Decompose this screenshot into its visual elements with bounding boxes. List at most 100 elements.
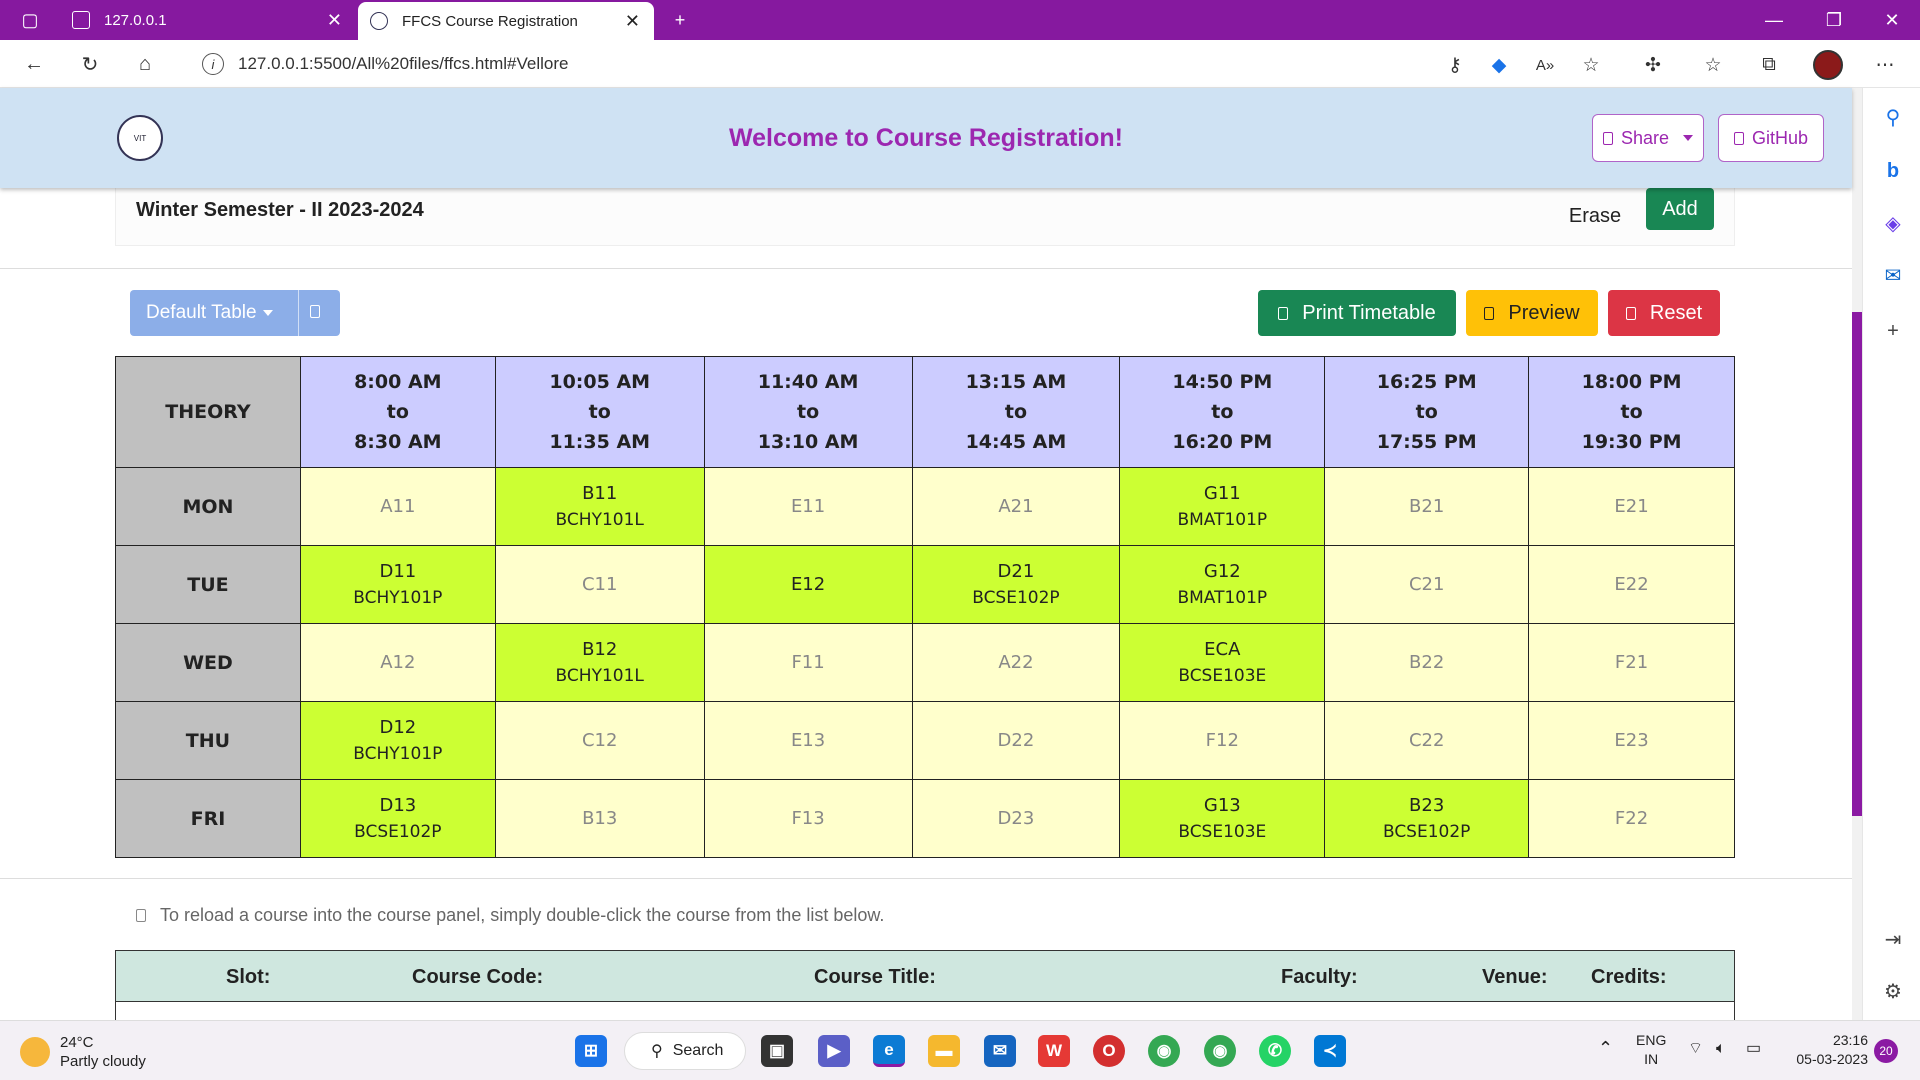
slot-cell[interactable]: A21 [911, 467, 1121, 546]
chrome-icon[interactable]: ◉ [1148, 1035, 1180, 1067]
read-aloud-icon[interactable]: A» [1532, 52, 1558, 78]
home-icon[interactable]: ⌂ [129, 48, 161, 80]
search-icon[interactable]: ⚲ [1880, 104, 1906, 130]
slot-cell[interactable]: A22 [911, 623, 1121, 702]
whatsapp-icon[interactable]: ✆ [1259, 1035, 1291, 1067]
print-timetable-button[interactable]: Print Timetable [1258, 290, 1456, 336]
file-explorer-icon[interactable]: ▬ [928, 1035, 960, 1067]
slot-cell[interactable]: G13 BCSE103E [1119, 779, 1326, 858]
slot-cell[interactable]: C11 [494, 545, 705, 624]
sidebar-collapse-icon[interactable]: ⇥ [1880, 926, 1906, 952]
wps-icon[interactable]: W [1038, 1035, 1070, 1067]
slot-cell[interactable]: B23 BCSE102P [1324, 779, 1530, 858]
new-tab-icon[interactable]: + [652, 0, 708, 40]
slot-cell[interactable]: E22 [1528, 545, 1735, 624]
add-icon[interactable]: + [1880, 318, 1906, 344]
slot-cell[interactable]: B22 [1324, 623, 1530, 702]
slot-cell[interactable]: B21 [1324, 467, 1530, 546]
slot-cell[interactable]: A11 [299, 467, 496, 546]
chrome-profile-icon[interactable]: ◉ [1204, 1035, 1236, 1067]
taskbar-search[interactable]: ⚲ Search [624, 1032, 746, 1070]
opera-icon[interactable]: O [1093, 1035, 1125, 1067]
restore-icon[interactable]: ❐ [1806, 0, 1862, 40]
teams-icon[interactable]: ▶ [818, 1035, 850, 1067]
edit-table-icon[interactable] [310, 305, 320, 318]
favorite-add-icon[interactable]: ☆ [1578, 52, 1604, 78]
slot-cell[interactable]: E23 [1528, 701, 1735, 780]
slot-cell[interactable]: F11 [703, 623, 913, 702]
volume-icon[interactable]: 🔈︎ [1716, 1039, 1726, 1058]
extensions-icon[interactable]: ✣ [1640, 52, 1666, 78]
collections-icon[interactable]: ⧉ [1756, 52, 1782, 78]
slot-cell[interactable]: E11 [703, 467, 913, 546]
add-button[interactable]: Add [1646, 188, 1714, 230]
notification-badge[interactable]: 20 [1874, 1039, 1898, 1063]
key-icon[interactable]: ⚷ [1442, 52, 1468, 78]
preview-button[interactable]: Preview [1466, 290, 1598, 336]
edge-sidebar: ⚲ b ◈ ✉ + ⇥ ⚙ [1862, 88, 1920, 1020]
minimize-icon[interactable]: — [1746, 0, 1802, 40]
weather-widget[interactable]: 24°C Partly cloudy [20, 1033, 146, 1071]
reset-button[interactable]: Reset [1608, 290, 1720, 336]
erase-button[interactable]: Erase [1552, 196, 1638, 236]
close-window-icon[interactable]: ✕ [1864, 0, 1920, 40]
slot-cell[interactable]: F21 [1528, 623, 1735, 702]
scrollbar-thumb[interactable] [1852, 312, 1862, 816]
table-select-dropdown[interactable]: Default Table [130, 290, 340, 336]
tab-ffcs[interactable]: FFCS Course Registration ✕ [358, 2, 654, 40]
close-icon[interactable]: ✕ [625, 11, 640, 32]
back-icon[interactable]: ← [18, 48, 50, 80]
github-button[interactable]: GitHub [1718, 114, 1824, 162]
copilot-icon[interactable]: ◈ [1880, 210, 1906, 236]
slot-cell[interactable]: F13 [703, 779, 913, 858]
edge-icon[interactable]: e [873, 1035, 905, 1067]
day-label: THU [115, 701, 301, 780]
slot-cell[interactable]: C12 [494, 701, 705, 780]
slot-cell[interactable]: D13 BCSE102P [299, 779, 496, 858]
tab-actions-icon[interactable]: ▢ [0, 0, 60, 40]
settings-icon[interactable]: ⚙ [1880, 978, 1906, 1004]
bing-icon[interactable]: b [1880, 158, 1906, 184]
slot-cell[interactable]: ECA BCSE103E [1119, 623, 1326, 702]
language-indicator[interactable]: ENG IN [1636, 1031, 1666, 1069]
slot-cell[interactable]: B11 BCHY101L [494, 467, 705, 546]
slot-cell[interactable]: A12 [299, 623, 496, 702]
slot-cell[interactable]: B13 [494, 779, 705, 858]
profile-avatar[interactable] [1813, 50, 1843, 80]
favorites-icon[interactable]: ☆ [1700, 52, 1726, 78]
slot-cell[interactable]: D12 BCHY101P [299, 701, 496, 780]
slot-cell[interactable]: E21 [1528, 467, 1735, 546]
outlook-icon[interactable]: ✉ [1880, 262, 1906, 288]
vscode-icon[interactable]: ≺ [1314, 1035, 1346, 1067]
slot-cell[interactable]: C22 [1324, 701, 1530, 780]
slot-name: G13 [1203, 794, 1241, 816]
slot-cell[interactable]: E13 [703, 701, 913, 780]
task-view-icon[interactable]: ▣ [761, 1035, 793, 1067]
slot-cell[interactable]: D11 BCHY101P [299, 545, 496, 624]
more-icon[interactable]: ⋯ [1872, 52, 1898, 78]
slot-cell[interactable]: G11 BMAT101P [1119, 467, 1326, 546]
clock[interactable]: 23:16 05-03-2023 [1782, 1031, 1868, 1069]
slot-cell[interactable]: D23 [911, 779, 1121, 858]
tab-localhost[interactable]: 127.0.0.1 ✕ [60, 0, 356, 40]
share-button[interactable]: Share [1592, 114, 1704, 162]
slot-cell[interactable]: F12 [1119, 701, 1326, 780]
slot-cell[interactable]: C21 [1324, 545, 1530, 624]
url-field[interactable]: i 127.0.0.1:5500/All%20files/ffcs.html#V… [180, 45, 1490, 83]
battery-icon[interactable]: ▭ [1746, 1039, 1761, 1058]
tag-icon[interactable]: ◆ [1486, 52, 1512, 78]
slot-cell[interactable]: B12 BCHY101L [494, 623, 705, 702]
slot-cell[interactable]: E12 [703, 545, 913, 624]
slot-cell[interactable]: D21 BCSE102P [911, 545, 1121, 624]
start-icon[interactable]: ⊞ [575, 1035, 607, 1067]
refresh-icon[interactable]: ↻ [74, 48, 106, 80]
close-icon[interactable]: ✕ [327, 10, 342, 31]
divider [298, 290, 299, 336]
mail-icon[interactable]: ✉ [984, 1035, 1016, 1067]
slot-cell[interactable]: G12 BMAT101P [1119, 545, 1326, 624]
chevron-up-icon[interactable]: ⌃ [1598, 1039, 1613, 1058]
slot-cell[interactable]: D22 [911, 701, 1121, 780]
info-icon[interactable]: i [202, 53, 224, 75]
wifi-icon[interactable]: ⌔ [1688, 1039, 1703, 1058]
slot-cell[interactable]: F22 [1528, 779, 1735, 858]
